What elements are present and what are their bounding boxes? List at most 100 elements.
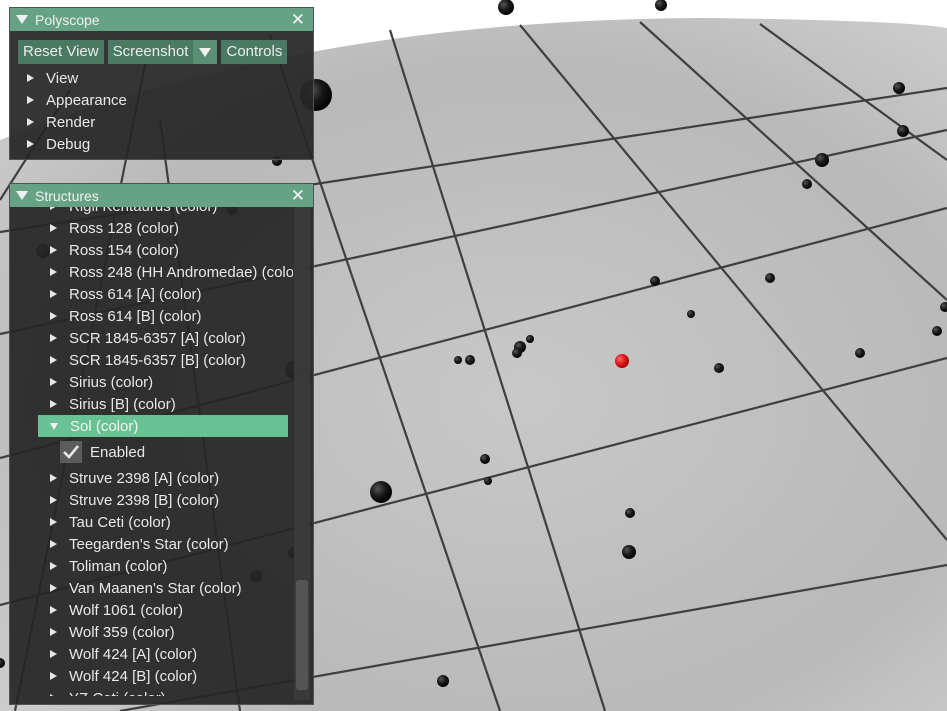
structure-item[interactable]: Sirius (color) xyxy=(10,371,293,393)
structure-item[interactable]: SCR 1845-6357 [A] (color) xyxy=(10,327,293,349)
structure-item-label: Van Maanen's Star (color) xyxy=(69,579,242,597)
menu-item-view[interactable]: View xyxy=(10,67,313,89)
star-sphere[interactable] xyxy=(687,310,695,318)
structure-item-label: Sirius (color) xyxy=(69,373,154,391)
star-sphere[interactable] xyxy=(893,82,905,94)
star-sphere[interactable] xyxy=(622,545,636,559)
structure-item[interactable]: Teegarden's Star (color) xyxy=(10,533,293,555)
3d-viewport[interactable]: Polyscope ✕ Reset View Screenshot Contro… xyxy=(0,0,947,711)
expand-triangle-icon xyxy=(50,334,57,342)
expand-triangle-icon xyxy=(50,518,57,526)
structure-item[interactable]: Ross 154 (color) xyxy=(10,239,293,261)
selected-star-sphere[interactable] xyxy=(615,354,629,368)
structure-item[interactable]: Struve 2398 [A] (color) xyxy=(10,467,293,489)
menu-item-debug[interactable]: Debug xyxy=(10,133,313,155)
star-sphere[interactable] xyxy=(465,355,475,365)
structure-item-label: Wolf 1061 (color) xyxy=(69,601,183,619)
structure-item-label: Sirius [B] (color) xyxy=(69,395,176,413)
expand-triangle-icon xyxy=(27,118,34,126)
menu-item-label: Debug xyxy=(46,135,91,153)
menu-item-render[interactable]: Render xyxy=(10,111,313,133)
polyscope-titlebar[interactable]: Polyscope ✕ xyxy=(10,8,313,31)
star-sphere[interactable] xyxy=(437,675,449,687)
expand-triangle-icon xyxy=(50,650,57,658)
expand-triangle-icon xyxy=(50,606,57,614)
structure-item[interactable]: Van Maanen's Star (color) xyxy=(10,577,293,599)
star-sphere[interactable] xyxy=(650,276,660,286)
close-icon[interactable]: ✕ xyxy=(289,11,307,28)
star-sphere[interactable] xyxy=(855,348,865,358)
structure-item-label: Tau Ceti (color) xyxy=(69,513,171,531)
structure-item[interactable]: Toliman (color) xyxy=(10,555,293,577)
structure-item[interactable]: Ross 248 (HH Andromedae) (color xyxy=(10,261,293,283)
dropdown-arrow-icon xyxy=(199,47,212,57)
scrollbar-thumb[interactable] xyxy=(296,580,308,690)
structure-item-label: Ross 154 (color) xyxy=(69,241,180,259)
structures-titlebar[interactable]: Structures ✕ xyxy=(10,184,313,207)
star-sphere[interactable] xyxy=(765,273,775,283)
structure-item[interactable]: Ross 614 [A] (color) xyxy=(10,283,293,305)
structure-item-label: Sol (color) xyxy=(70,417,139,435)
expand-triangle-icon xyxy=(27,96,34,104)
structure-item-label: Toliman (color) xyxy=(69,557,168,575)
structure-item[interactable]: Wolf 359 (color) xyxy=(10,621,293,643)
star-sphere[interactable] xyxy=(625,508,635,518)
structures-scrollbar[interactable] xyxy=(294,207,310,700)
collapse-triangle-icon[interactable] xyxy=(16,15,28,24)
expand-triangle-icon xyxy=(50,672,57,680)
structure-item[interactable]: Wolf 1061 (color) xyxy=(10,599,293,621)
expand-triangle-icon xyxy=(50,290,57,298)
star-sphere[interactable] xyxy=(815,153,829,167)
structure-item[interactable]: Wolf 424 [A] (color) xyxy=(10,643,293,665)
menu-item-appearance[interactable]: Appearance xyxy=(10,89,313,111)
structure-item[interactable]: Struve 2398 [B] (color) xyxy=(10,489,293,511)
structure-item[interactable]: Rigil Kentaurus (color) xyxy=(10,207,293,217)
collapse-triangle-icon[interactable] xyxy=(16,191,28,200)
star-sphere[interactable] xyxy=(484,477,492,485)
polyscope-menu-list: View Appearance Render Debug xyxy=(10,67,313,155)
expand-triangle-icon xyxy=(50,540,57,548)
polyscope-panel: Polyscope ✕ Reset View Screenshot Contro… xyxy=(9,7,314,160)
structure-item-label: YZ Ceti (color) xyxy=(69,690,166,697)
star-sphere[interactable] xyxy=(932,326,942,336)
reset-view-button[interactable]: Reset View xyxy=(18,40,104,64)
screenshot-options-button[interactable] xyxy=(193,40,218,64)
star-sphere[interactable] xyxy=(802,179,812,189)
star-sphere[interactable] xyxy=(526,335,534,343)
structure-item[interactable]: Wolf 424 [B] (color) xyxy=(10,665,293,687)
star-sphere[interactable] xyxy=(714,363,724,373)
expand-triangle-icon xyxy=(50,628,57,636)
structure-item[interactable]: Ross 614 [B] (color) xyxy=(10,305,293,327)
structure-item[interactable]: Ross 128 (color) xyxy=(10,217,293,239)
structure-item-label: SCR 1845-6357 [B] (color) xyxy=(69,351,246,369)
expand-triangle-icon xyxy=(50,584,57,592)
star-sphere[interactable] xyxy=(370,481,392,503)
expand-triangle-icon xyxy=(50,224,57,232)
expand-triangle-icon xyxy=(50,268,57,276)
enabled-checkbox[interactable] xyxy=(60,441,82,463)
star-sphere[interactable] xyxy=(897,125,909,137)
screenshot-button[interactable]: Screenshot xyxy=(107,40,194,64)
star-sphere[interactable] xyxy=(480,454,490,464)
structure-item-label: Struve 2398 [B] (color) xyxy=(69,491,220,509)
structure-item[interactable]: Tau Ceti (color) xyxy=(10,511,293,533)
structure-item[interactable]: Sirius [B] (color) xyxy=(10,393,293,415)
close-icon[interactable]: ✕ xyxy=(289,187,307,204)
structure-item[interactable]: YZ Ceti (color) xyxy=(10,687,293,696)
controls-button[interactable]: Controls xyxy=(221,40,288,64)
expand-triangle-icon xyxy=(50,356,57,364)
expand-triangle-icon xyxy=(50,694,57,696)
structure-item-label: Ross 128 (color) xyxy=(69,219,180,237)
enabled-label: Enabled xyxy=(90,443,146,461)
structure-item[interactable]: SCR 1845-6357 [B] (color) xyxy=(10,349,293,371)
checkmark-icon xyxy=(63,445,79,459)
expand-triangle-icon xyxy=(50,400,57,408)
star-sphere[interactable] xyxy=(512,348,522,358)
polyscope-button-row: Reset View Screenshot Controls xyxy=(10,31,313,67)
structure-item-label: Wolf 359 (color) xyxy=(69,623,175,641)
structure-item-selected[interactable]: Sol (color) xyxy=(38,415,288,437)
structures-list[interactable]: Rigil Kentaurus (color) Ross 128 (color) R… xyxy=(10,207,293,696)
expand-triangle-icon xyxy=(27,74,34,82)
star-sphere[interactable] xyxy=(454,356,462,364)
expand-triangle-icon xyxy=(50,496,57,504)
